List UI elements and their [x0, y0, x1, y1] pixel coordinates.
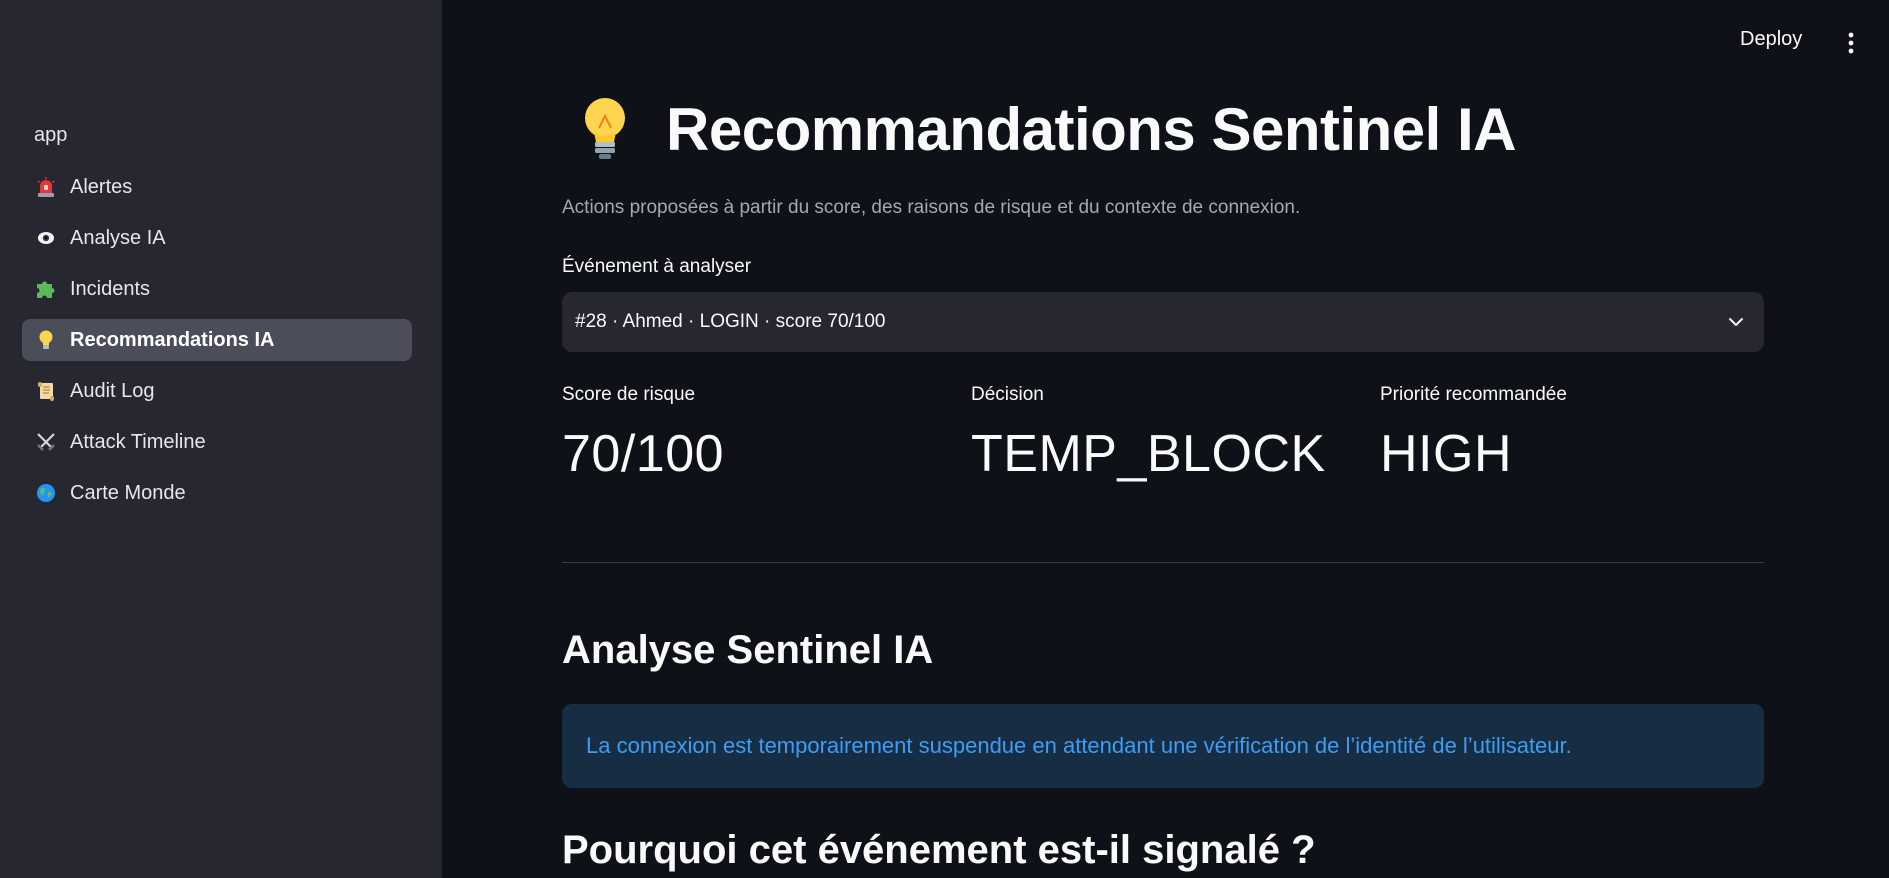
- sidebar-item-label: Analyse IA: [70, 226, 166, 249]
- divider: [562, 562, 1764, 563]
- sidebar: app Alertes Analyse IA Incidents Recomma…: [0, 0, 442, 878]
- sidebar-app-label: app: [34, 124, 68, 146]
- metric-label: Décision: [971, 384, 1044, 405]
- metric-label: Priorité recommandée: [1380, 384, 1567, 405]
- sidebar-item-attack-timeline[interactable]: Attack Timeline: [22, 421, 412, 463]
- metric-label: Score de risque: [562, 384, 696, 405]
- metric-risk-score: Score de risque 70/100: [562, 384, 724, 484]
- sidebar-item-label: Alertes: [70, 175, 133, 198]
- metric-value: 70/100: [562, 425, 725, 483]
- metric-priority: Priorité recommandée HIGH: [1380, 384, 1567, 484]
- page-title: Recommandations Sentinel IA: [666, 95, 1517, 163]
- analysis-info-box: La connexion est temporairement suspendu…: [562, 704, 1764, 788]
- lightbulb-icon: [578, 94, 632, 164]
- metric-decision: Décision TEMP_BLOCK: [971, 384, 1326, 484]
- siren-icon: [34, 175, 58, 199]
- metric-value: TEMP_BLOCK: [971, 425, 1326, 483]
- analysis-heading: Analyse Sentinel IA: [562, 628, 934, 672]
- eye-icon: [34, 226, 58, 250]
- sidebar-item-incidents[interactable]: Incidents: [22, 268, 412, 310]
- page-subtitle: Actions proposées à partir du score, des…: [562, 197, 1301, 218]
- sidebar-item-carte-monde[interactable]: Carte Monde: [22, 472, 412, 514]
- sidebar-item-label: Incidents: [70, 277, 151, 300]
- sidebar-item-alertes[interactable]: Alertes: [22, 166, 412, 208]
- app-window: app Alertes Analyse IA Incidents Recomma…: [0, 0, 1889, 878]
- sidebar-nav: Alertes Analyse IA Incidents Recommandat…: [22, 166, 412, 523]
- event-select-label: Événement à analyser: [562, 256, 752, 277]
- crossed-swords-icon: [34, 430, 58, 454]
- sidebar-item-label: Carte Monde: [70, 481, 186, 504]
- scroll-icon: [34, 379, 58, 403]
- deploy-button[interactable]: Deploy: [1740, 28, 1802, 51]
- metric-value: HIGH: [1380, 425, 1512, 483]
- event-select[interactable]: #28 · Ahmed · LOGIN · score 70/100: [562, 292, 1764, 352]
- sidebar-item-label: Attack Timeline: [70, 430, 206, 453]
- sidebar-item-audit-log[interactable]: Audit Log: [22, 370, 412, 412]
- sidebar-item-recommandations-ia[interactable]: Recommandations IA: [22, 319, 412, 361]
- sidebar-item-label: Audit Log: [70, 379, 155, 402]
- puzzle-icon: [34, 277, 58, 301]
- page-title-row: Recommandations Sentinel IA: [578, 94, 1517, 164]
- why-heading: Pourquoi cet événement est-il signalé ?: [562, 828, 1316, 872]
- lightbulb-icon: [34, 328, 58, 352]
- chevron-down-icon: [1726, 312, 1746, 332]
- globe-icon: [34, 481, 58, 505]
- analysis-info-text: La connexion est temporairement suspendu…: [586, 733, 1572, 758]
- sidebar-item-analyse-ia[interactable]: Analyse IA: [22, 217, 412, 259]
- sidebar-item-label: Recommandations IA: [70, 328, 275, 351]
- event-select-value: #28 · Ahmed · LOGIN · score 70/100: [575, 311, 886, 332]
- kebab-menu-icon[interactable]: [1842, 30, 1860, 56]
